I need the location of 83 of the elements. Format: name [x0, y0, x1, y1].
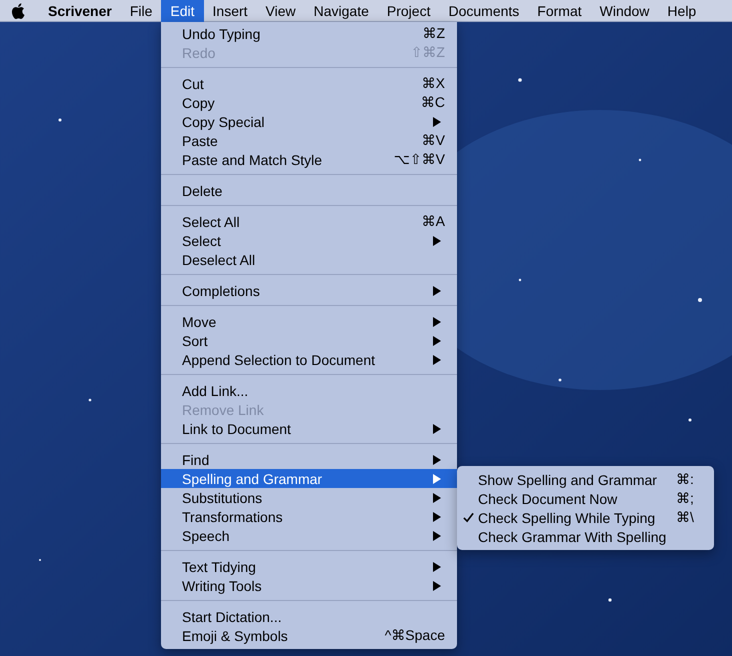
menu-item[interactable]: Completions: [161, 281, 457, 300]
menu-item[interactable]: Check Spelling While Typing ⌘\: [457, 508, 714, 527]
shortcut: ⌘Z: [422, 25, 445, 42]
menu-item-label: Find: [182, 452, 210, 468]
menu-item-label: Remove Link: [182, 402, 265, 418]
menu-item-label: Speech: [182, 528, 230, 544]
menu-bar-item[interactable]: Navigate: [304, 0, 378, 22]
menu-item[interactable]: Start Dictation...: [161, 607, 457, 626]
menu-item-label: Sort: [182, 332, 209, 348]
menu-item-label: Move: [182, 314, 218, 330]
menu-item[interactable]: Emoji & Symbols ^⌘Space: [161, 626, 457, 645]
menu-item-label: Undo Typing: [182, 26, 262, 42]
menu-item[interactable]: Deselect All: [161, 250, 457, 269]
shortcut: ⇧⌘Z: [410, 44, 445, 61]
menu-bar-item[interactable]: Project: [378, 0, 440, 22]
menu-item[interactable]: Speech: [161, 526, 457, 545]
menu-item-label: Emoji & Symbols: [182, 628, 289, 644]
menu-item-label: Link to Document: [182, 420, 292, 436]
menu-item-label: Text Tidying: [182, 558, 257, 574]
menu-item[interactable]: Delete: [161, 181, 457, 200]
menu-item[interactable]: Text Tidying: [161, 557, 457, 576]
menu-item[interactable]: Transformations: [161, 507, 457, 526]
menu-item[interactable]: Substitutions: [161, 488, 457, 507]
menu-item[interactable]: Copy Special: [161, 112, 457, 131]
menu-bar-item[interactable]: Documents: [439, 0, 528, 22]
shortcut: ⌘C: [420, 94, 445, 111]
shortcut: ⌘V: [422, 132, 445, 149]
menu-bar-item[interactable]: Help: [658, 0, 706, 22]
menu-bar-item[interactable]: Insert: [204, 0, 257, 22]
menu-item[interactable]: Select All ⌘A: [161, 212, 457, 231]
menu-item[interactable]: Cut ⌘X: [161, 74, 457, 93]
menu-item[interactable]: Undo Typing ⌘Z: [161, 24, 457, 43]
menu-bar-item[interactable]: Format: [528, 0, 591, 22]
menu-item-label: Spelling and Grammar: [182, 470, 324, 486]
menu-item[interactable]: Copy ⌘C: [161, 93, 457, 112]
menu-item[interactable]: Check Grammar With Spelling: [457, 527, 714, 546]
shortcut: ⌘\: [676, 509, 695, 526]
menu-item-label: Copy Special: [182, 114, 266, 130]
menu-item-label: Transformations: [182, 508, 284, 524]
menu-item[interactable]: Paste ⌘V: [161, 131, 457, 150]
menu-item-label: Substitutions: [182, 490, 264, 506]
menu-item[interactable]: Paste and Match Style ⌥⇧⌘V: [161, 150, 457, 169]
shortcut: ^⌘Space: [384, 627, 445, 644]
menu-item-label: Writing Tools: [182, 578, 263, 594]
shortcut: ⌥⇧⌘V: [394, 151, 445, 168]
menu-item-label: Check Document Now: [478, 490, 618, 506]
menu-item[interactable]: Writing Tools: [161, 576, 457, 595]
menu-item-label: Redo: [182, 44, 216, 60]
menu-item[interactable]: Move: [161, 312, 457, 331]
menu-item-label: Show Spelling and Grammar: [478, 472, 658, 488]
menu-item-label: Cut: [182, 76, 205, 92]
menu-item-label: Paste: [182, 132, 219, 148]
menu-item-label: Check Grammar With Spelling: [478, 528, 668, 544]
menu-item[interactable]: Spelling and Grammar: [161, 469, 457, 488]
menu-item[interactable]: Select: [161, 231, 457, 250]
menu-bar-item[interactable]: Window: [590, 0, 658, 22]
menu-item-label: Check Spelling While Typing: [478, 510, 656, 526]
menu-item-label: Select: [182, 232, 222, 248]
shortcut: ⌘;: [676, 490, 695, 507]
menu-item-label: Completions: [182, 282, 261, 298]
menu-item-label: Start Dictation...: [182, 608, 283, 624]
apple-icon[interactable]: [11, 2, 25, 18]
menu-item-label: Select All: [182, 214, 241, 230]
menu-item-label: Copy: [182, 94, 216, 110]
menu-item-label: Paste and Match Style: [182, 152, 324, 168]
menu-item[interactable]: Find: [161, 450, 457, 469]
menu-item[interactable]: Sort: [161, 331, 457, 350]
menu-item[interactable]: Show Spelling and Grammar ⌘:: [457, 470, 714, 489]
menu-item-label: Append Selection to Document: [182, 352, 376, 368]
menu-bar-item[interactable]: File: [120, 0, 162, 22]
menu-item-label: Add Link...: [182, 382, 250, 398]
menu-item[interactable]: Append Selection to Document: [161, 350, 457, 369]
shortcut: ⌘X: [422, 75, 445, 92]
menu-bar-item[interactable]: Scrivener: [39, 0, 121, 22]
menu-bar-item[interactable]: Edit: [161, 0, 204, 22]
shortcut: ⌘:: [676, 471, 695, 488]
menu-item[interactable]: Check Document Now ⌘;: [457, 489, 714, 508]
menu-item[interactable]: Add Link...: [161, 381, 457, 400]
menu-item-label: Delete: [182, 182, 224, 198]
menu-item[interactable]: Link to Document: [161, 419, 457, 438]
menu-item-label: Deselect All: [182, 252, 256, 268]
menu-bar-item[interactable]: View: [256, 0, 305, 22]
shortcut: ⌘A: [422, 213, 445, 230]
